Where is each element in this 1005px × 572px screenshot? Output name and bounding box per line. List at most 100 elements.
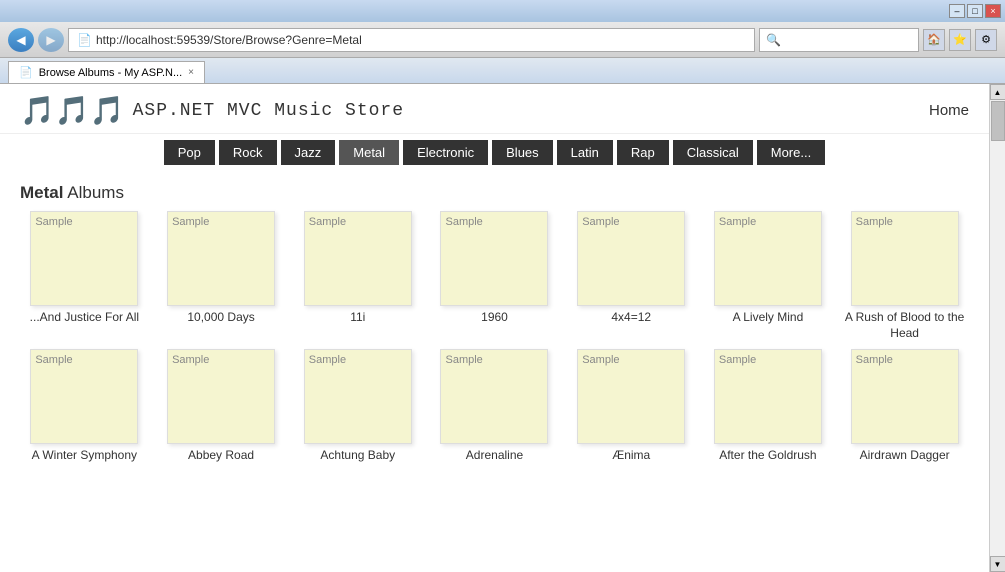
album-title: Abbey Road [188, 448, 254, 464]
home-link[interactable]: Home [929, 102, 969, 119]
album-title: 1960 [481, 310, 508, 326]
minimize-button[interactable]: – [949, 4, 965, 18]
url-text: http://localhost:59539/Store/Browse?Genr… [96, 33, 362, 47]
close-button[interactable]: × [985, 4, 1001, 18]
sample-label: Sample [856, 354, 893, 366]
active-tab[interactable]: 📄 Browse Albums - My ASP.N... × [8, 61, 205, 83]
scrollbar[interactable]: ▲ ▼ [989, 84, 1005, 572]
sample-label: Sample [309, 216, 346, 228]
sample-label: Sample [445, 216, 482, 228]
album-title: A Winter Symphony [32, 448, 137, 464]
genre-btn-blues[interactable]: Blues [492, 140, 553, 165]
genre-btn-jazz[interactable]: Jazz [281, 140, 336, 165]
search-box[interactable]: 🔍 [759, 28, 919, 52]
scroll-down-button[interactable]: ▼ [990, 556, 1005, 572]
album-title: A Lively Mind [733, 310, 804, 326]
album-card[interactable]: Sample 4x4=12 [567, 211, 696, 341]
album-card[interactable]: Sample 10,000 Days [157, 211, 286, 341]
album-card[interactable]: Sample 11i [293, 211, 422, 341]
album-thumbnail: Sample [577, 211, 685, 306]
genre-btn-metal[interactable]: Metal [339, 140, 399, 165]
album-card[interactable]: Sample A Rush of Blood to the Head [840, 211, 969, 341]
sample-label: Sample [172, 216, 209, 228]
tab-icon: 📄 [19, 66, 33, 79]
sample-label: Sample [719, 216, 756, 228]
album-title: Adrenaline [466, 448, 523, 464]
album-title: ...And Justice For All [30, 310, 139, 326]
genre-btn-more...[interactable]: More... [757, 140, 825, 165]
album-card[interactable]: SampleÆnima [567, 349, 696, 464]
sample-label: Sample [856, 216, 893, 228]
album-title: 4x4=12 [611, 310, 651, 326]
album-thumbnail: Sample [304, 349, 412, 444]
album-title: 11i [350, 310, 365, 326]
window-chrome: – □ × [0, 0, 1005, 22]
album-thumbnail: Sample [714, 211, 822, 306]
sample-label: Sample [445, 354, 482, 366]
album-card[interactable]: Sample Achtung Baby [293, 349, 422, 464]
scroll-up-button[interactable]: ▲ [990, 84, 1005, 100]
sample-label: Sample [582, 216, 619, 228]
album-thumbnail: Sample [30, 349, 138, 444]
window-controls: – □ × [949, 4, 1001, 18]
genre-name: Metal [20, 183, 63, 202]
tab-label: Browse Albums - My ASP.N... [39, 67, 182, 79]
album-card[interactable]: Sample A Winter Symphony [20, 349, 149, 464]
album-grid: Sample ...And Justice For All Sample 10,000… [0, 211, 989, 484]
album-thumbnail: Sample [167, 211, 275, 306]
album-card[interactable]: Sample After the Goldrush [704, 349, 833, 464]
genre-btn-latin[interactable]: Latin [557, 140, 613, 165]
search-icon: 🔍 [766, 33, 781, 47]
album-title: 10,000 Days [187, 310, 254, 326]
page-icon: 📄 [77, 33, 92, 47]
album-thumbnail: Sample [851, 211, 959, 306]
sample-label: Sample [309, 354, 346, 366]
sample-label: Sample [172, 354, 209, 366]
settings-icon[interactable]: ⚙ [975, 29, 997, 51]
album-card[interactable]: Sample ...And Justice For All [20, 211, 149, 341]
genre-btn-pop[interactable]: Pop [164, 140, 215, 165]
logo-area: 🎵🎵🎵 ASP.NET MVC Music Store [20, 94, 404, 127]
genre-btn-rap[interactable]: Rap [617, 140, 669, 165]
album-card[interactable]: Sample Abbey Road [157, 349, 286, 464]
album-card[interactable]: Sample A Lively Mind [704, 211, 833, 341]
favorites-icon[interactable]: ⭐ [949, 29, 971, 51]
album-title: After the Goldrush [719, 448, 816, 464]
content-wrapper: 🎵🎵🎵 ASP.NET MVC Music Store Home PopRock… [0, 84, 1005, 572]
sample-label: Sample [719, 354, 756, 366]
sample-label: Sample [35, 216, 72, 228]
album-card[interactable]: Sample Adrenaline [430, 349, 559, 464]
tab-bar: 📄 Browse Albums - My ASP.N... × [0, 58, 1005, 84]
albums-suffix: Albums [63, 183, 123, 202]
album-title: Achtung Baby [320, 448, 395, 464]
sample-label: Sample [582, 354, 619, 366]
album-thumbnail: Sample [714, 349, 822, 444]
page-content: 🎵🎵🎵 ASP.NET MVC Music Store Home PopRock… [0, 84, 989, 572]
site-header: 🎵🎵🎵 ASP.NET MVC Music Store Home [0, 84, 989, 134]
album-thumbnail: Sample [577, 349, 685, 444]
home-toolbar-icon[interactable]: 🏠 [923, 29, 945, 51]
album-thumbnail: Sample [440, 211, 548, 306]
album-thumbnail: Sample [304, 211, 412, 306]
logo-icon: 🎵🎵🎵 [20, 94, 125, 127]
album-thumbnail: Sample [167, 349, 275, 444]
album-thumbnail: Sample [30, 211, 138, 306]
back-button[interactable]: ◀ [8, 28, 34, 52]
restore-button[interactable]: □ [967, 4, 983, 18]
genre-btn-electronic[interactable]: Electronic [403, 140, 488, 165]
genre-btn-classical[interactable]: Classical [673, 140, 753, 165]
url-box[interactable]: 📄 http://localhost:59539/Store/Browse?Ge… [68, 28, 755, 52]
album-card[interactable]: Sample Airdrawn Dagger [840, 349, 969, 464]
site-title: ASP.NET MVC Music Store [133, 101, 404, 121]
sample-label: Sample [35, 354, 72, 366]
genre-btn-rock[interactable]: Rock [219, 140, 277, 165]
page-heading: Metal Albums [0, 171, 989, 211]
scroll-track[interactable] [990, 100, 1005, 556]
album-title: Airdrawn Dagger [860, 448, 950, 464]
scroll-thumb[interactable] [991, 101, 1005, 141]
album-title: A Rush of Blood to the Head [840, 310, 969, 341]
tab-close-button[interactable]: × [188, 67, 194, 78]
forward-button[interactable]: ▶ [38, 28, 64, 52]
address-bar: ◀ ▶ 📄 http://localhost:59539/Store/Brows… [0, 22, 1005, 58]
album-card[interactable]: Sample 1960 [430, 211, 559, 341]
